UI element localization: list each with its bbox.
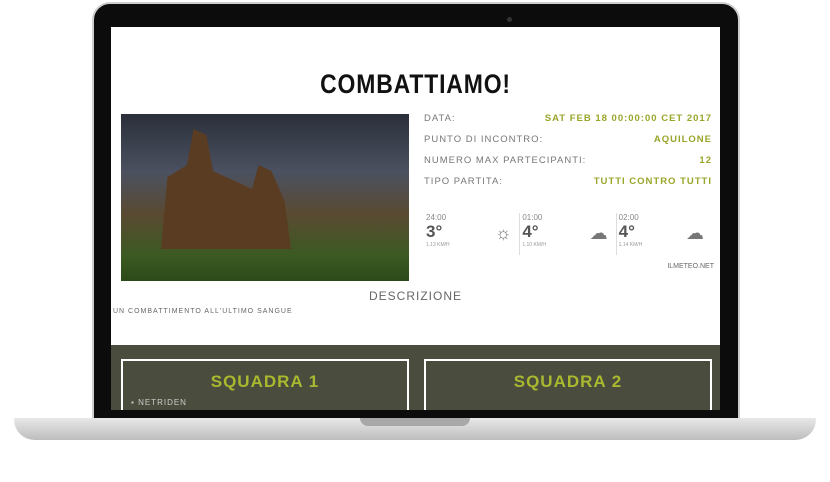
team-name: SQUADRA 1 — [210, 372, 320, 391]
description-text: UN COMBATTIMENTO ALL'ULTIMO SANGUE — [113, 308, 293, 315]
weather-cell: 24:00 3° 1.13 KM/H ☼ — [424, 213, 519, 255]
page-title: COMBATTIAMO! — [320, 69, 511, 99]
team-name: SQUADRA 2 — [513, 372, 623, 391]
team-card: SQUADRA 1 ▪ NETRIDEN — [121, 359, 409, 410]
info-row: PUNTO DI INCONTRO: AQUILONE — [424, 134, 712, 155]
teams-section: SQUADRA 1 ▪ NETRIDEN SQUADRA 2 — [111, 345, 720, 410]
camera — [507, 17, 512, 22]
info-row: DATA: SAT FEB 18 00:00:00 CET 2017 — [424, 113, 712, 134]
weather-time: 24:00 — [426, 213, 447, 222]
event-photo — [121, 114, 409, 281]
info-value: AQUILONE — [653, 134, 712, 145]
description-heading: DESCRIZIONE — [368, 289, 462, 303]
sun-icon: ☼ — [494, 223, 512, 243]
weather-widget: 24:00 3° 1.13 KM/H ☼ 01:00 4° 1.10 KM/H ☁ 02:0… — [424, 213, 712, 255]
info-value: 12 — [699, 155, 712, 166]
partly-cloudy-icon: ☁ — [589, 223, 608, 243]
info-row: TIPO PARTITA: TUTTI CONTRO TUTTI — [424, 176, 712, 197]
weather-cell: 02:00 4° 1.14 KM/H ☁ — [615, 213, 712, 255]
screen: COMBATTIAMO! DATA: SAT FEB 18 00:00:00 CE… — [111, 27, 720, 410]
info-value: TUTTI CONTRO TUTTI — [593, 176, 712, 187]
member-name: NETRIDEN — [138, 398, 187, 407]
weather-source-link[interactable]: ILMETEO.NET — [667, 263, 714, 270]
partly-cloudy-icon: ☁ — [685, 223, 704, 243]
event-info: DATA: SAT FEB 18 00:00:00 CET 2017 PUNTO … — [424, 113, 712, 197]
info-value: SAT FEB 18 00:00:00 CET 2017 — [544, 113, 712, 124]
info-label: PUNTO DI INCONTRO: — [424, 134, 544, 145]
weather-time: 01:00 — [522, 213, 543, 222]
info-label: DATA: — [424, 113, 456, 124]
info-label: TIPO PARTITA: — [424, 176, 503, 187]
info-label: NUMERO MAX PARTECIPANTI: — [424, 155, 587, 166]
laptop-notch — [360, 418, 470, 426]
castle-image — [161, 129, 291, 249]
team-member: ▪ NETRIDEN — [131, 398, 187, 407]
weather-time: 02:00 — [618, 213, 639, 222]
info-row: NUMERO MAX PARTECIPANTI: 12 — [424, 155, 712, 176]
weather-cell: 01:00 4° 1.10 KM/H ☁ — [519, 213, 615, 255]
team-card: SQUADRA 2 — [424, 359, 712, 410]
